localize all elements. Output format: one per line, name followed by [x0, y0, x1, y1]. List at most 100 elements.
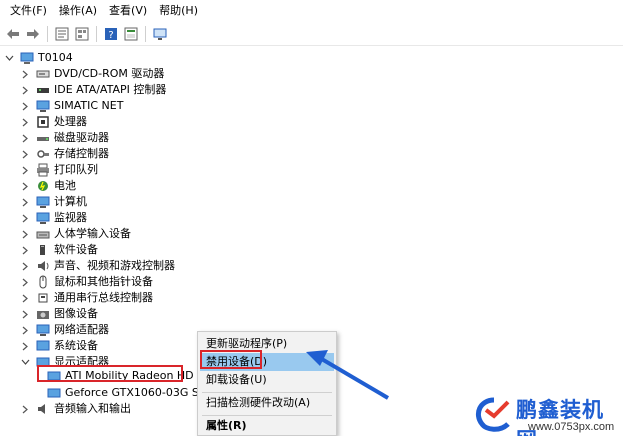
menu-view[interactable]: 查看(V)	[103, 0, 153, 22]
arrow-annotation-icon	[306, 350, 390, 400]
tree-item[interactable]: 计算机	[20, 194, 87, 210]
tree-root-label: T0104	[38, 51, 73, 64]
tree-item-label: 磁盘驱动器	[54, 131, 109, 144]
system-icon	[36, 339, 50, 353]
tree-item[interactable]: 打印队列	[20, 162, 98, 178]
update-icon[interactable]	[122, 25, 140, 43]
tree-item-label: DVD/CD-ROM 驱动器	[54, 67, 165, 80]
chevron-right-icon[interactable]	[20, 194, 30, 210]
usb-icon	[36, 291, 50, 305]
tree-item-label: 通用串行总线控制器	[54, 291, 153, 304]
display-icon	[47, 386, 61, 400]
tree-item[interactable]: 电池	[20, 178, 76, 194]
dvd-icon	[36, 67, 50, 81]
chevron-right-icon[interactable]	[20, 242, 30, 258]
chevron-down-icon[interactable]	[20, 354, 30, 370]
audio-icon	[36, 402, 50, 416]
chevron-right-icon[interactable]	[20, 401, 30, 417]
tree-item-label: SIMATIC NET	[54, 99, 124, 112]
chevron-right-icon[interactable]	[20, 210, 30, 226]
tree-item-label: 电池	[54, 179, 76, 192]
watermark-logo-icon	[476, 397, 510, 432]
tree-item-label: 打印队列	[54, 163, 98, 176]
help-icon[interactable]: ?	[102, 25, 120, 43]
tree-item[interactable]: 监视器	[20, 210, 87, 226]
tree-item[interactable]: 磁盘驱动器	[20, 130, 109, 146]
chevron-right-icon[interactable]	[20, 226, 30, 242]
tree-item-label: 声音、视频和游戏控制器	[54, 259, 175, 272]
network-icon	[36, 99, 50, 113]
tree-item[interactable]: 软件设备	[20, 242, 98, 258]
chevron-right-icon[interactable]	[20, 290, 30, 306]
tree-root[interactable]: T0104	[4, 50, 73, 66]
svg-text:?: ?	[108, 30, 113, 41]
back-icon[interactable]	[4, 25, 22, 43]
tree-item-geforce[interactable]: Geforce GTX1060-03G Se	[41, 385, 206, 401]
tree-item[interactable]: DVD/CD-ROM 驱动器	[20, 66, 164, 82]
tree-item-label: 监视器	[54, 211, 87, 224]
properties-icon[interactable]	[53, 25, 71, 43]
tree-item[interactable]: 存储控制器	[20, 146, 109, 162]
forward-icon[interactable]	[24, 25, 42, 43]
tree-item[interactable]: SIMATIC NET	[20, 98, 123, 114]
chevron-right-icon[interactable]	[20, 82, 30, 98]
menu-file[interactable]: 文件(F)	[4, 0, 53, 22]
chevron-right-icon[interactable]	[20, 322, 30, 338]
camera-icon	[36, 307, 50, 321]
tree-item-label: 音频输入和输出	[54, 402, 131, 415]
software-icon	[36, 243, 50, 257]
monitor-icon[interactable]	[151, 25, 169, 43]
tree-item[interactable]: 音频输入和输出	[20, 401, 131, 417]
tree-item-label: IDE ATA/ATAPI 控制器	[54, 83, 167, 96]
tree-item[interactable]: 处理器	[20, 114, 87, 130]
tree-item-label: 图像设备	[54, 307, 98, 320]
chevron-right-icon[interactable]	[20, 98, 30, 114]
tree-item[interactable]: 图像设备	[20, 306, 98, 322]
chevron-right-icon[interactable]	[20, 130, 30, 146]
monitor-icon	[36, 211, 50, 225]
chevron-right-icon[interactable]	[20, 162, 30, 178]
toolbar: ?	[0, 22, 623, 46]
tree-item[interactable]: 系统设备	[20, 338, 98, 354]
toolbar-separator	[47, 25, 48, 42]
mouse-icon	[36, 275, 50, 289]
printer-icon	[36, 163, 50, 177]
disk-icon	[36, 131, 50, 145]
grid-icon[interactable]	[73, 25, 91, 43]
disable-highlight-box	[200, 350, 262, 369]
chevron-right-icon[interactable]	[20, 338, 30, 354]
ctx-properties[interactable]: 属性(R)	[200, 417, 334, 435]
tree-item-label: 系统设备	[54, 339, 98, 352]
tree-item-label: 存储控制器	[54, 147, 109, 160]
ide-icon	[36, 83, 50, 97]
chevron-right-icon[interactable]	[20, 306, 30, 322]
chevron-right-icon[interactable]	[20, 258, 30, 274]
tree-item[interactable]: 网络适配器	[20, 322, 109, 338]
chevron-right-icon[interactable]	[20, 274, 30, 290]
chevron-right-icon[interactable]	[20, 66, 30, 82]
computer-icon	[36, 195, 50, 209]
tree-item-label: 计算机	[54, 195, 87, 208]
menu-bar: 文件(F) 操作(A) 查看(V) 帮助(H)	[0, 0, 623, 22]
toolbar-separator	[145, 25, 146, 42]
hid-icon	[36, 227, 50, 241]
tree-item[interactable]: IDE ATA/ATAPI 控制器	[20, 82, 166, 98]
tree-item[interactable]: 鼠标和其他指针设备	[20, 274, 153, 290]
watermark-url: www.0753px.com	[528, 421, 615, 433]
tree-item-label: 人体学输入设备	[54, 227, 131, 240]
tree-item[interactable]: 人体学输入设备	[20, 226, 131, 242]
cpu-icon	[36, 115, 50, 129]
menu-action[interactable]: 操作(A)	[53, 0, 103, 22]
tree-item[interactable]: 声音、视频和游戏控制器	[20, 258, 175, 274]
toolbar-separator	[96, 25, 97, 42]
chevron-right-icon[interactable]	[20, 114, 30, 130]
chevron-right-icon[interactable]	[20, 178, 30, 194]
tree-item-label: 网络适配器	[54, 323, 109, 336]
tree-item-label: 软件设备	[54, 243, 98, 256]
chevron-down-icon[interactable]	[4, 50, 14, 66]
menu-help[interactable]: 帮助(H)	[153, 0, 204, 22]
storage-icon	[36, 147, 50, 161]
tree-item[interactable]: 通用串行总线控制器	[20, 290, 153, 306]
chevron-right-icon[interactable]	[20, 146, 30, 162]
sound-icon	[36, 259, 50, 273]
